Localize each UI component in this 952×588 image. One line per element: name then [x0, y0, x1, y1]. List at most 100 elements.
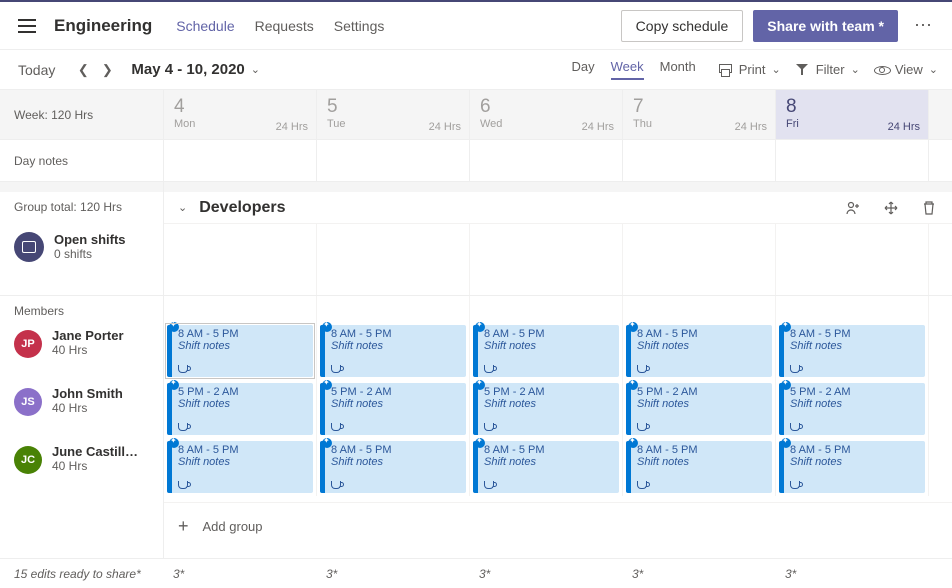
- move-group-icon[interactable]: [882, 199, 900, 217]
- tab-settings[interactable]: Settings: [334, 18, 385, 34]
- shift-cell[interactable]: 5 PM - 2 AMShift notes: [776, 380, 929, 438]
- shift-cell[interactable]: 8 AM - 5 PMShift notes: [623, 322, 776, 380]
- print-button[interactable]: Print ⌄: [718, 62, 781, 77]
- chevron-down-icon: ⌄: [851, 63, 860, 76]
- delete-group-icon[interactable]: [920, 199, 938, 217]
- shift-cell[interactable]: 8 AM - 5 PMShift notes: [470, 438, 623, 496]
- date-range[interactable]: May 4 - 10, 2020: [131, 61, 244, 78]
- shift-card[interactable]: 5 PM - 2 AMShift notes: [473, 383, 619, 435]
- shift-card[interactable]: 8 AM - 5 PMShift notes: [167, 325, 313, 377]
- day-notes-cell[interactable]: [164, 140, 317, 181]
- day-notes-cell[interactable]: [317, 140, 470, 181]
- shift-cell[interactable]: 8 AM - 5 PMShift notes: [470, 322, 623, 380]
- member-hours: 40 Hrs: [52, 343, 124, 357]
- shift-cell[interactable]: 5 PM - 2 AMShift notes: [164, 380, 317, 438]
- shift-card[interactable]: 8 AM - 5 PMShift notes: [779, 325, 925, 377]
- shift-card[interactable]: 8 AM - 5 PMShift notes: [779, 441, 925, 493]
- hamburger-icon[interactable]: [18, 19, 36, 33]
- shift-card[interactable]: 8 AM - 5 PMShift notes: [167, 441, 313, 493]
- unsaved-indicator-icon: [169, 380, 179, 390]
- day-notes-cell[interactable]: [623, 140, 776, 181]
- shift-cell[interactable]: 8 AM - 5 PMShift notes: [164, 322, 317, 380]
- copy-schedule-button[interactable]: Copy schedule: [621, 10, 744, 42]
- shift-cell[interactable]: 8 AM - 5 PMShift notes: [164, 438, 317, 496]
- shift-card[interactable]: 8 AM - 5 PMShift notes: [626, 325, 772, 377]
- member-row[interactable]: JPJane Porter40 Hrs: [0, 322, 163, 380]
- view-button[interactable]: View ⌄: [874, 62, 938, 77]
- open-shifts-row[interactable]: Open shifts 0 shifts: [0, 224, 163, 296]
- day-header-tue[interactable]: 5Tue24 Hrs: [317, 90, 470, 139]
- filter-icon: [795, 62, 810, 77]
- open-shift-cell[interactable]: [623, 224, 776, 295]
- shift-card[interactable]: 8 AM - 5 PMShift notes: [473, 441, 619, 493]
- day-header-fri[interactable]: 8Fri24 Hrs: [776, 90, 929, 139]
- shift-cell[interactable]: 8 AM - 5 PMShift notes: [623, 438, 776, 496]
- member-name: John Smith: [52, 386, 123, 401]
- shift-notes-label: Shift notes: [637, 456, 766, 468]
- shift-cell[interactable]: [929, 380, 952, 438]
- today-button[interactable]: Today: [18, 62, 55, 78]
- shift-cell[interactable]: 8 AM - 5 PMShift notes: [317, 322, 470, 380]
- open-shift-cell[interactable]: [776, 224, 929, 295]
- shift-cell[interactable]: 8 AM - 5 PMShift notes: [776, 322, 929, 380]
- shift-card[interactable]: 8 AM - 5 PMShift notes: [320, 441, 466, 493]
- member-row[interactable]: JCJune Castill…40 Hrs: [0, 438, 163, 496]
- day-notes-cell[interactable]: [929, 140, 952, 181]
- unsaved-indicator-icon: [475, 322, 485, 332]
- prev-week-button[interactable]: ❮: [71, 62, 95, 78]
- add-member-icon[interactable]: [844, 199, 862, 217]
- shift-card[interactable]: 5 PM - 2 AMShift notes: [626, 383, 772, 435]
- collapse-group-icon[interactable]: ⌄: [178, 201, 187, 214]
- group-name[interactable]: Developers: [199, 199, 285, 217]
- day-notes-cell[interactable]: [470, 140, 623, 181]
- unsaved-indicator-icon: [475, 438, 485, 448]
- shift-time: 8 AM - 5 PM: [790, 328, 919, 340]
- chevron-down-icon: ⌄: [929, 63, 938, 76]
- next-week-button[interactable]: ❯: [95, 62, 119, 78]
- shift-notes-label: Shift notes: [331, 340, 460, 352]
- add-group-button[interactable]: + Add group: [164, 502, 952, 550]
- shift-time: 8 AM - 5 PM: [178, 328, 307, 340]
- open-shift-cell[interactable]: [317, 224, 470, 295]
- open-shift-cell[interactable]: [929, 224, 952, 295]
- more-icon[interactable]: ⋯: [910, 15, 938, 36]
- viewmode-month[interactable]: Month: [660, 59, 696, 80]
- shift-cell[interactable]: 5 PM - 2 AMShift notes: [317, 380, 470, 438]
- shift-card[interactable]: 8 AM - 5 PMShift notes: [320, 325, 466, 377]
- shift-notes-label: Shift notes: [331, 398, 460, 410]
- day-notes-cell[interactable]: [776, 140, 929, 181]
- viewmode-day[interactable]: Day: [572, 59, 595, 80]
- shift-cell[interactable]: [929, 322, 952, 380]
- day-header-thu[interactable]: 7Thu24 Hrs: [623, 90, 776, 139]
- shift-cell[interactable]: [929, 438, 952, 496]
- shift-notes-label: Shift notes: [484, 340, 613, 352]
- day-header-mon[interactable]: 4Mon24 Hrs: [164, 90, 317, 139]
- shift-notes-label: Shift notes: [790, 456, 919, 468]
- avatar: JP: [14, 330, 42, 358]
- day-header-s[interactable]: 9S: [945, 90, 952, 139]
- date-picker-chevron-icon[interactable]: ⌄: [251, 63, 260, 76]
- open-shift-cell[interactable]: [470, 224, 623, 295]
- shift-card[interactable]: 5 PM - 2 AMShift notes: [167, 383, 313, 435]
- shift-cell[interactable]: 8 AM - 5 PMShift notes: [776, 438, 929, 496]
- shift-card[interactable]: 5 PM - 2 AMShift notes: [779, 383, 925, 435]
- share-with-team-button[interactable]: Share with team *: [753, 10, 898, 42]
- member-row[interactable]: JSJohn Smith40 Hrs: [0, 380, 163, 438]
- shift-card[interactable]: 8 AM - 5 PMShift notes: [473, 325, 619, 377]
- break-icon: [790, 423, 800, 431]
- footer-day-edits: 3*: [173, 567, 326, 581]
- tab-schedule[interactable]: Schedule: [176, 18, 234, 34]
- shift-cell[interactable]: 5 PM - 2 AMShift notes: [623, 380, 776, 438]
- shift-cell[interactable]: 8 AM - 5 PMShift notes: [317, 438, 470, 496]
- tab-requests[interactable]: Requests: [255, 18, 314, 34]
- open-shift-cell[interactable]: [164, 224, 317, 295]
- break-icon: [178, 365, 188, 373]
- filter-button[interactable]: Filter ⌄: [795, 62, 860, 77]
- day-header-wed[interactable]: 6Wed24 Hrs: [470, 90, 623, 139]
- shift-card[interactable]: 8 AM - 5 PMShift notes: [626, 441, 772, 493]
- unsaved-indicator-icon: [628, 438, 638, 448]
- viewmode-week[interactable]: Week: [611, 59, 644, 80]
- unsaved-indicator-icon: [169, 438, 179, 448]
- shift-card[interactable]: 5 PM - 2 AMShift notes: [320, 383, 466, 435]
- shift-cell[interactable]: 5 PM - 2 AMShift notes: [470, 380, 623, 438]
